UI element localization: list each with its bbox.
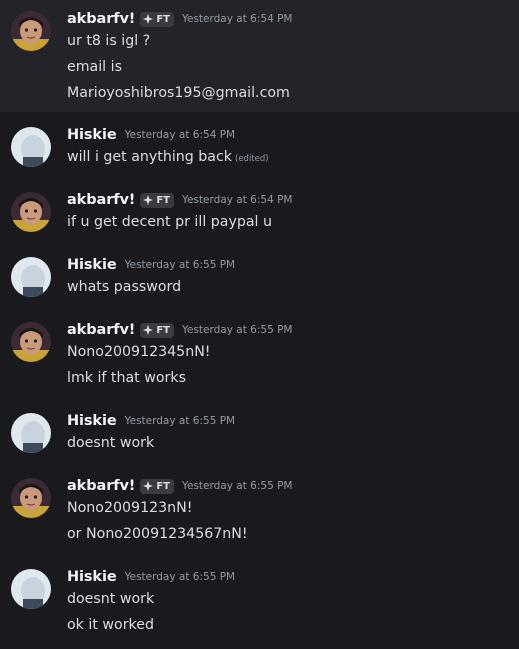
username[interactable]: akbarfv! <box>67 322 135 338</box>
message-group[interactable]: akbarfv! FT Yesterday at 6:54 PM ur t8 i… <box>0 0 519 112</box>
server-tag-badge[interactable]: FT <box>140 192 174 208</box>
message-group[interactable]: Hiskie Yesterday at 6:54 PM will i get a… <box>0 122 519 172</box>
timestamp[interactable]: Yesterday at 6:55 PM <box>182 324 293 336</box>
message-group[interactable]: Hiskie Yesterday at 6:55 PM whats passwo… <box>0 252 519 302</box>
message-header: Hiskie Yesterday at 6:55 PM <box>67 567 235 587</box>
username[interactable]: Hiskie <box>67 127 117 143</box>
message-text: or Nono20091234567nN! <box>67 526 248 542</box>
timestamp[interactable]: Yesterday at 6:54 PM <box>182 194 293 206</box>
avatar[interactable] <box>11 192 51 232</box>
message-header: akbarfv! FT Yesterday at 6:55 PM <box>67 320 293 340</box>
timestamp[interactable]: Yesterday at 6:55 PM <box>125 571 236 583</box>
message-text: email is <box>67 59 122 75</box>
message-group[interactable]: akbarfv! FT Yesterday at 6:55 PM Nono200… <box>0 317 519 393</box>
server-tag-badge[interactable]: FT <box>140 478 174 494</box>
avatar[interactable] <box>11 127 51 167</box>
diamond-sparkle-icon <box>143 325 154 335</box>
username[interactable]: akbarfv! <box>67 192 135 208</box>
timestamp[interactable]: Yesterday at 6:54 PM <box>182 13 293 25</box>
message-text: Nono2009123nN! <box>67 500 193 516</box>
message-header: akbarfv! FT Yesterday at 6:54 PM <box>67 9 293 29</box>
message-list: akbarfv! FT Yesterday at 6:54 PM ur t8 i… <box>0 0 519 649</box>
message-text: Marioyoshibros195@gmail.com <box>67 85 290 101</box>
avatar[interactable] <box>11 11 51 51</box>
username[interactable]: Hiskie <box>67 569 117 585</box>
message-header: akbarfv! FT Yesterday at 6:55 PM <box>67 476 293 496</box>
message-text: Nono200912345nN! <box>67 344 211 360</box>
server-tag-badge[interactable]: FT <box>140 11 174 27</box>
message-header: Hiskie Yesterday at 6:54 PM <box>67 125 235 145</box>
message-content: will i get anything back <box>67 149 232 165</box>
avatar[interactable] <box>11 257 51 297</box>
timestamp[interactable]: Yesterday at 6:55 PM <box>125 259 236 271</box>
message-header: Hiskie Yesterday at 6:55 PM <box>67 255 235 275</box>
diamond-sparkle-icon <box>143 14 154 24</box>
message-header: Hiskie Yesterday at 6:55 PM <box>67 411 235 431</box>
message-group[interactable]: Hiskie Yesterday at 6:55 PM doesnt work <box>0 408 519 458</box>
tag-label: FT <box>156 194 170 206</box>
diamond-sparkle-icon <box>143 481 154 491</box>
message-text: if u get decent pr ill paypal u <box>67 214 273 230</box>
edited-marker: (edited) <box>235 154 269 164</box>
message-group[interactable]: akbarfv! FT Yesterday at 6:54 PM if u ge… <box>0 187 519 237</box>
avatar[interactable] <box>11 322 51 362</box>
avatar[interactable] <box>11 478 51 518</box>
message-text: doesnt work <box>67 435 155 451</box>
tag-label: FT <box>156 324 170 336</box>
message-group[interactable]: akbarfv! FT Yesterday at 6:55 PM Nono200… <box>0 473 519 549</box>
message-group[interactable]: Hiskie Yesterday at 6:55 PM doesnt work … <box>0 564 519 644</box>
tag-label: FT <box>156 13 170 25</box>
message-text: doesnt work <box>67 591 155 607</box>
message-text: ok it worked <box>67 617 154 633</box>
diamond-sparkle-icon <box>143 195 154 205</box>
message-header: akbarfv! FT Yesterday at 6:54 PM <box>67 190 293 210</box>
username[interactable]: akbarfv! <box>67 478 135 494</box>
message-text: ur t8 is igl ? <box>67 33 151 49</box>
avatar[interactable] <box>11 569 51 609</box>
username[interactable]: akbarfv! <box>67 11 135 27</box>
username[interactable]: Hiskie <box>67 257 117 273</box>
message-text: whats password <box>67 279 182 295</box>
server-tag-badge[interactable]: FT <box>140 322 174 338</box>
message-text: lmk if that works <box>67 370 186 386</box>
message-text: will i get anything back (edited) <box>67 147 269 169</box>
timestamp[interactable]: Yesterday at 6:55 PM <box>125 415 236 427</box>
timestamp[interactable]: Yesterday at 6:54 PM <box>125 129 236 141</box>
tag-label: FT <box>156 480 170 492</box>
username[interactable]: Hiskie <box>67 413 117 429</box>
avatar[interactable] <box>11 413 51 453</box>
timestamp[interactable]: Yesterday at 6:55 PM <box>182 480 293 492</box>
